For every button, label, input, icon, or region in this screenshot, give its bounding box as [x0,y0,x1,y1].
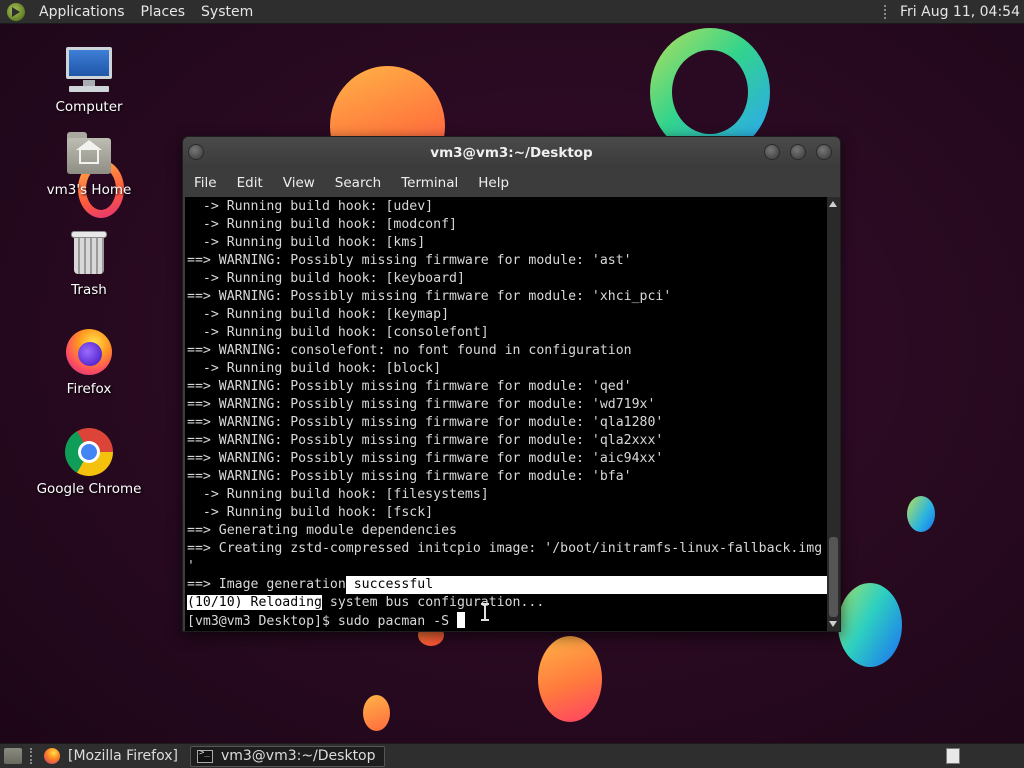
terminal-text: system bus configuration... [321,595,545,610]
terminal-scrollbar[interactable] [827,197,840,631]
terminal-line: -> Running build hook: [udev] [187,199,434,214]
firefox-icon [44,748,60,764]
maximize-button[interactable] [790,144,806,160]
terminal-line: ==> WARNING: Possibly missing firmware f… [187,397,656,412]
terminal-line: ==> WARNING: Possibly missing firmware f… [187,451,664,466]
computer-icon [64,45,114,95]
terminal-line: -> Running build hook: [filesystems] [187,487,489,502]
terminal-line: -> Running build hook: [kms] [187,235,426,250]
workspace-switcher[interactable] [946,748,960,764]
window-menu-button[interactable] [188,144,204,160]
decorative-blue-blob [838,583,902,667]
terminal-line: -> Running build hook: [fsck] [187,505,434,520]
terminal-line: -> Running build hook: [modconf] [187,217,457,232]
system-menu[interactable]: System [193,4,261,20]
desktop-icon-label: Computer [55,99,123,115]
firefox-icon [64,327,114,377]
desktop-icon-computer[interactable]: Computer [29,45,149,115]
menu-terminal[interactable]: Terminal [391,175,468,191]
applications-menu[interactable]: Applications [31,4,133,20]
terminal-line: ==> Creating zstd-compressed initcpio im… [187,541,823,556]
desktop-icon-chrome[interactable]: Google Chrome [29,427,149,497]
desktop-icon-label: Firefox [66,381,112,397]
panel-handle-icon[interactable] [884,4,888,19]
close-button[interactable] [816,144,832,160]
chrome-icon [64,427,114,477]
menu-file[interactable]: File [183,175,227,191]
decorative-orange-blob [538,636,602,722]
terminal-line: ==> WARNING: consolefont: no font found … [187,343,632,358]
home-folder-icon [64,128,114,178]
panel-handle-icon[interactable] [30,748,34,764]
decorative-orange-blob [363,695,390,731]
terminal-prompt: [vm3@vm3 Desktop]$ sudo pacman -S [187,614,457,629]
terminal-line: ==> WARNING: Possibly missing firmware f… [187,379,632,394]
selected-text: successful [345,576,827,594]
terminal-line: ==> WARNING: Possibly missing firmware f… [187,415,664,430]
terminal-output[interactable]: -> Running build hook: [udev] -> Running… [185,197,827,631]
desktop-icon-trash[interactable]: Trash [29,228,149,298]
taskbar-item-label: vm3@vm3:~/Desktop [220,748,376,764]
terminal-icon [196,748,213,763]
scroll-down-arrow-icon[interactable] [829,621,837,627]
terminal-line: ==> WARNING: Possibly missing firmware f… [187,469,632,484]
top-panel: Applications Places System Fri Aug 11, 0… [0,0,1024,24]
places-menu[interactable]: Places [133,4,194,20]
terminal-line-selected: (10/10) Reloading system bus configurati… [185,594,827,612]
taskbar-item-terminal[interactable]: vm3@vm3:~/Desktop [189,745,385,767]
text-cursor-ibeam-icon [480,603,490,621]
window-title: vm3@vm3:~/Desktop [430,145,593,161]
desktop-icon-label: Trash [71,282,107,298]
desktop-icon-label: Google Chrome [36,481,142,497]
desktop-icon-firefox[interactable]: Firefox [29,327,149,397]
decorative-blue-blob [907,496,935,532]
taskbar-item-firefox[interactable]: [Mozilla Firefox] [38,746,186,767]
terminal-line: ==> WARNING: Possibly missing firmware f… [187,253,632,268]
trash-icon [64,228,114,278]
menu-help[interactable]: Help [468,175,519,191]
terminal-line-selected: ==> Image generation successful [185,576,827,594]
terminal-cursor [456,612,465,628]
mate-logo-icon[interactable] [7,2,25,21]
minimize-button[interactable] [764,144,780,160]
menu-edit[interactable]: Edit [227,175,273,191]
terminal-line: -> Running build hook: [block] [187,361,442,376]
scrollbar-thumb[interactable] [829,537,838,617]
terminal-line: -> Running build hook: [keyboard] [187,271,465,286]
terminal-line: ==> Generating module dependencies [187,523,457,538]
show-desktop-icon[interactable] [4,748,22,764]
terminal-line: -> Running build hook: [consolefont] [187,325,489,340]
bottom-panel: [Mozilla Firefox] vm3@vm3:~/Desktop [0,743,1024,768]
terminal-text: ==> Image generation [187,577,346,592]
desktop-icon-label: vm3's Home [46,182,132,198]
terminal-line: ' [187,559,195,574]
window-titlebar[interactable]: vm3@vm3:~/Desktop [183,137,840,169]
terminal-prompt-line[interactable]: [vm3@vm3 Desktop]$ sudo pacman -S [185,612,827,630]
menu-search[interactable]: Search [325,175,391,191]
menu-view[interactable]: View [273,175,325,191]
terminal-menubar: File Edit View Search Terminal Help [183,169,840,197]
terminal-window: vm3@vm3:~/Desktop File Edit View Search … [182,136,841,632]
selected-text: (10/10) Reloading [187,595,322,610]
desktop-icon-home[interactable]: vm3's Home [29,128,149,198]
terminal-line: -> Running build hook: [keymap] [187,307,450,322]
taskbar-item-label: [Mozilla Firefox] [68,748,178,764]
scroll-up-arrow-icon[interactable] [829,201,837,207]
terminal-line: ==> WARNING: Possibly missing firmware f… [187,433,664,448]
terminal-line: ==> WARNING: Possibly missing firmware f… [187,289,672,304]
clock[interactable]: Fri Aug 11, 04:54 [892,4,1024,20]
